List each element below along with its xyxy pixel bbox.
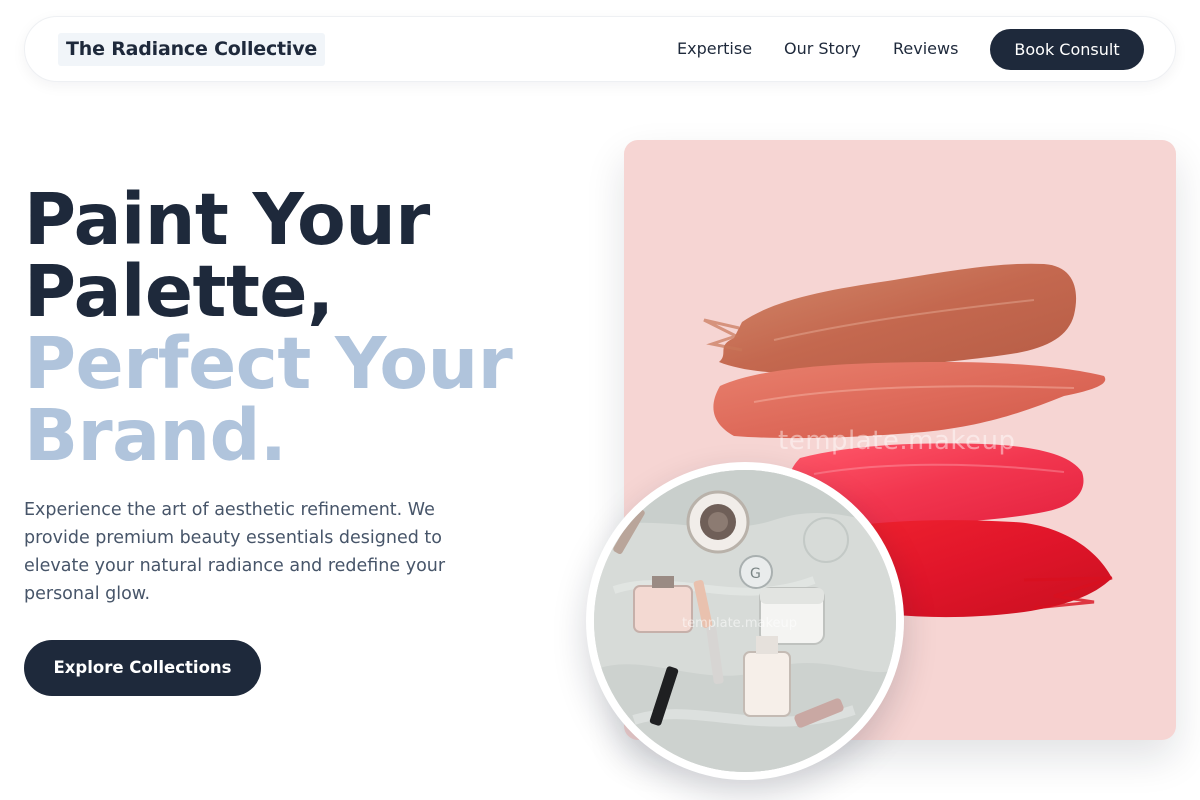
hero-description: Experience the art of aesthetic refineme…	[24, 500, 446, 604]
nav-link-expertise[interactable]: Expertise	[677, 17, 752, 81]
brand-logo[interactable]: The Radiance Collective	[58, 33, 326, 66]
explore-collections-button[interactable]: Explore Collections	[24, 640, 261, 696]
headline-line-3: Perfect Your	[24, 322, 513, 405]
inset-image-cosmetics: G template.makeup	[594, 470, 896, 772]
book-consult-button[interactable]: Book Consult	[990, 29, 1144, 70]
svg-text:G: G	[750, 566, 761, 582]
inset-watermark: template.makeup	[682, 616, 798, 631]
site-header: The Radiance Collective Expertise Our St…	[24, 16, 1176, 82]
headline-line-4: Brand.	[24, 394, 287, 477]
nav-link-reviews[interactable]: Reviews	[893, 17, 958, 81]
image-watermark: template.makeup	[778, 426, 1016, 456]
nav-link-our-story[interactable]: Our Story	[784, 17, 861, 81]
headline-line-1: Paint Your	[24, 178, 430, 261]
headline-line-2: Palette,	[24, 250, 334, 333]
inset-image-frame: G template.makeup	[586, 462, 904, 780]
hero-headline: Paint Your Palette, Perfect Your Brand.	[24, 184, 584, 472]
